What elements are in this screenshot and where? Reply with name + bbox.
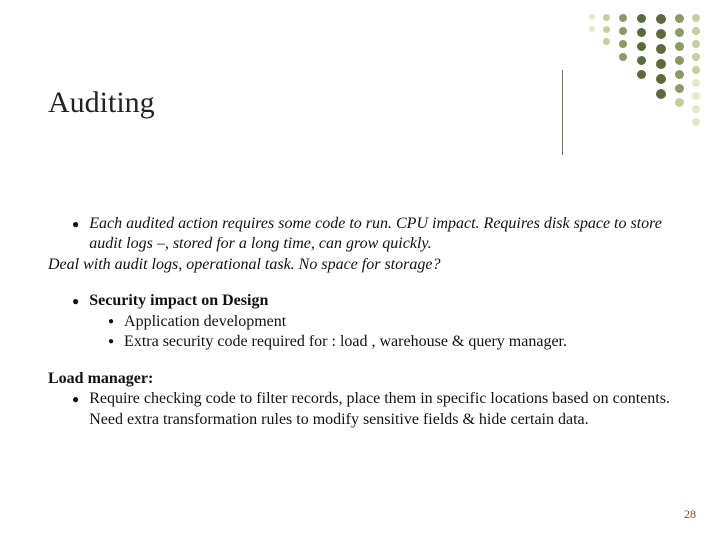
slide: Auditing <box>0 0 720 540</box>
bullet-icon: ● <box>108 312 114 332</box>
bullet-row: ● Require checking code to filter record… <box>48 389 690 430</box>
content-area: ● Each audited action requires some code… <box>48 214 690 430</box>
bullet-icon: ● <box>72 214 79 234</box>
slide-title: Auditing <box>48 86 155 120</box>
title-divider-line <box>562 70 563 155</box>
bullet-row: ● Security impact on Design <box>48 291 690 311</box>
bullet-icon: ● <box>72 389 79 409</box>
bullet-icon: ● <box>72 291 79 311</box>
bullet-text: Each audited action requires some code t… <box>89 214 690 255</box>
sub-bullet-row: ● Extra security code required for : loa… <box>48 332 690 352</box>
sub-bullet-row: ● Application development <box>48 312 690 332</box>
section-heading: Security impact on Design <box>89 291 690 311</box>
bullet-icon: ● <box>108 332 114 352</box>
sub-bullet-text: Application development <box>124 312 690 332</box>
body-text: Deal with audit logs, operational task. … <box>48 255 690 275</box>
bullet-text: Require checking code to filter records,… <box>89 389 690 430</box>
section-heading: Load manager: <box>48 369 690 389</box>
bullet-row: ● Each audited action requires some code… <box>48 214 690 255</box>
page-number: 28 <box>684 507 696 522</box>
sub-bullet-text: Extra security code required for : load … <box>124 332 690 352</box>
